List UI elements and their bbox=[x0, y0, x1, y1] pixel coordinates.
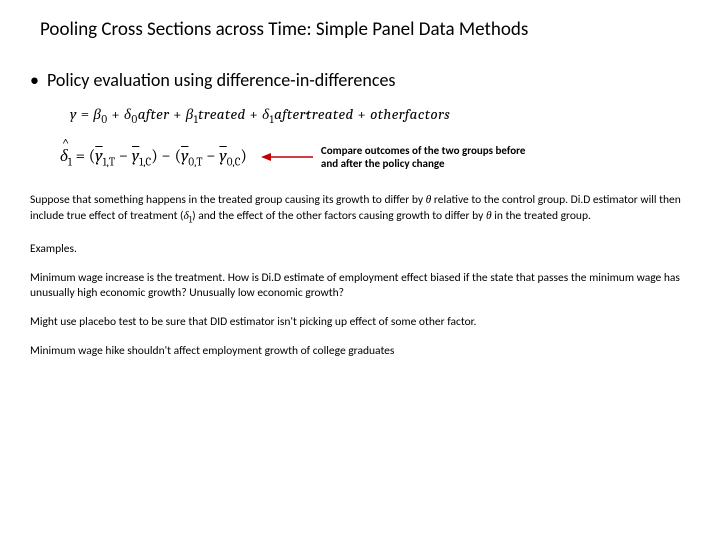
did-estimator-equation: δ1 = (y1,T − y1,C) − (y0,T − y0,C) bbox=[60, 146, 247, 168]
did-estimator-row: δ1 = (y1,T − y1,C) − (y0,T − y0,C) Compa… bbox=[60, 144, 690, 170]
bullet-item: • Policy evaluation using difference-in-… bbox=[30, 69, 690, 91]
paragraph-placebo: Might use placebo test to be sure that D… bbox=[30, 315, 690, 330]
slide-title: Pooling Cross Sections across Time: Simp… bbox=[40, 18, 690, 41]
paragraph-examples-heading: Examples. bbox=[30, 242, 690, 257]
annotation-text: Compare outcomes of the two groups befor… bbox=[321, 144, 531, 170]
slide: Pooling Cross Sections across Time: Simp… bbox=[0, 0, 720, 383]
paragraph-minimum-wage: Minimum wage increase is the treatment. … bbox=[30, 271, 690, 301]
paragraph-theta: Suppose that something happens in the tr… bbox=[30, 192, 690, 228]
regression-equation: y = β0 + δ0after + β1treated + δ1after·t… bbox=[70, 105, 690, 126]
paragraph-college-grads: Minimum wage hike shouldn't affect emplo… bbox=[30, 344, 690, 359]
bullet-text: Policy evaluation using difference-in-di… bbox=[47, 69, 395, 91]
bullet-marker: • bbox=[30, 69, 39, 91]
arrow-icon bbox=[261, 150, 313, 164]
